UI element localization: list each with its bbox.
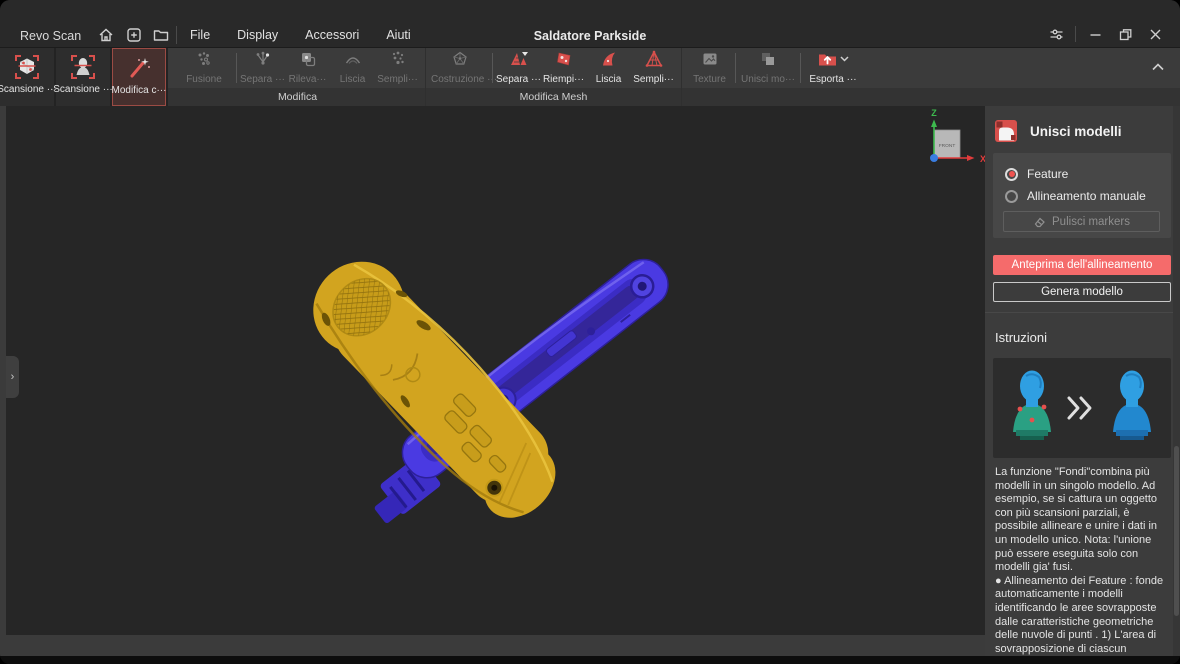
liscia-points-button: Liscia — [330, 49, 375, 87]
panel-scrollbar-thumb[interactable] — [1174, 446, 1179, 616]
toolbar-subdivider — [800, 53, 801, 83]
separa-points-icon — [240, 49, 285, 69]
scene-canvas: FRONT Z X — [6, 106, 985, 635]
liscia-points-icon — [330, 49, 375, 69]
axes-gizmo[interactable]: FRONT Z X — [930, 108, 985, 164]
esporta-icon — [804, 49, 862, 69]
clean-markers-label: Pulisci markers — [1052, 216, 1130, 228]
merge-models-panel: Unisci modelli Feature Allineamento manu… — [985, 106, 1180, 656]
instructions-illustration — [993, 358, 1171, 458]
costruzione-button: Costruzione ··· — [431, 49, 489, 87]
radio-feature-label: Feature — [1027, 167, 1068, 181]
viewport-3d[interactable]: FRONT Z X — [6, 106, 985, 635]
modifica-current-button[interactable]: Modifica c··· — [112, 48, 166, 106]
group-label-modifica: Modifica — [170, 88, 425, 106]
restore-button[interactable] — [1110, 22, 1140, 46]
preview-alignment-button[interactable]: Anteprima dell'allineamento — [993, 255, 1171, 275]
rileva-button: Rileva··· — [285, 49, 330, 87]
toolbar-tiles: Scansione ··· Scansione ··· — [0, 48, 168, 106]
menu-display[interactable]: Display — [237, 28, 278, 42]
alignment-options-box: Feature Allineamento manuale Pulisci mar… — [993, 153, 1171, 238]
texture-icon — [687, 49, 732, 69]
scan-bust-icon — [70, 50, 96, 84]
menu-file[interactable]: File — [190, 28, 210, 42]
riempi-icon — [541, 49, 586, 69]
document-title: Saldatore Parkside — [534, 29, 647, 43]
titlebar-divider — [176, 26, 177, 44]
instructions-text: La funzione "Fondi"combina più modelli i… — [995, 466, 1167, 656]
clean-markers-button: Pulisci markers — [1003, 211, 1160, 232]
window-controls — [1041, 22, 1170, 46]
costruzione-icon — [431, 49, 489, 69]
scan-object-icon — [14, 50, 40, 84]
scan-bust-button[interactable]: Scansione ··· — [56, 48, 110, 106]
toolbar-groups: Fusione Separa ··· Rileva··· — [170, 48, 867, 106]
open-folder-icon[interactable] — [152, 26, 170, 44]
axes-z-label: Z — [931, 108, 937, 118]
scan-object-button[interactable]: Scansione ··· — [0, 48, 54, 106]
left-panel-expander[interactable]: › — [6, 356, 19, 398]
merge-busts-image — [993, 358, 1171, 458]
sempli-points-icon — [375, 49, 420, 69]
title-bar: Revo Scan File Display Accessori Aiuti S… — [0, 0, 1180, 48]
toolbar-subdivider — [735, 53, 736, 83]
sempli-mesh-button[interactable]: Sempli··· — [631, 49, 676, 87]
menu-aiuti[interactable]: Aiuti — [386, 28, 410, 42]
magic-wand-icon — [126, 51, 152, 85]
unisci-modelli-icon — [739, 49, 797, 69]
toolbar-tile-label: Scansione ··· — [53, 84, 112, 95]
unisci-modelli-button: Unisci mo··· — [739, 49, 797, 87]
app-window: Revo Scan File Display Accessori Aiuti S… — [0, 0, 1180, 664]
instructions-title: Istruzioni — [995, 330, 1047, 345]
toolbar-collapse-chevron[interactable] — [1150, 60, 1168, 74]
radio-manual-control[interactable] — [1005, 190, 1018, 203]
eraser-icon — [1033, 215, 1046, 228]
close-button[interactable] — [1140, 22, 1170, 46]
settings-sliders-icon[interactable] — [1041, 22, 1071, 46]
panel-title: Unisci modelli — [1030, 124, 1122, 139]
panel-scrollbar — [1173, 106, 1180, 656]
sempli-mesh-icon — [631, 49, 676, 69]
texture-button: Texture — [687, 49, 732, 87]
home-icon[interactable] — [97, 26, 115, 44]
radio-manual-alignment[interactable]: Allineamento manuale — [1005, 189, 1146, 203]
minimize-button[interactable] — [1080, 22, 1110, 46]
toolbar-subdivider — [492, 53, 493, 83]
toolbar-tile-label: Scansione ··· — [0, 84, 57, 95]
sempli-points-button: Sempli··· — [375, 49, 420, 87]
separa-mesh-button[interactable]: Separa ··· — [496, 49, 541, 87]
menu-accessori[interactable]: Accessori — [305, 28, 359, 42]
axes-front-label: FRONT — [939, 143, 956, 149]
radio-manual-label: Allineamento manuale — [1027, 189, 1146, 203]
merge-arrow-icon — [1069, 398, 1090, 418]
group-label-modifica-mesh: Modifica Mesh — [426, 88, 681, 106]
fusione-icon — [175, 49, 233, 69]
panel-divider — [985, 312, 1180, 313]
fusione-button: Fusione — [175, 49, 233, 87]
unisci-modelli-panel-icon — [994, 119, 1018, 143]
toolbar: Scansione ··· Scansione ··· — [0, 48, 1180, 106]
radio-feature[interactable]: Feature — [1005, 167, 1068, 181]
liscia-mesh-button[interactable]: Liscia — [586, 49, 631, 87]
esporta-button[interactable]: Esporta ··· — [804, 49, 862, 87]
main-area: FRONT Z X › — [0, 106, 1180, 656]
separa-points-button: Separa ··· — [240, 49, 285, 87]
group-label-output — [682, 88, 867, 106]
toolbar-group-modifica: Fusione Separa ··· Rileva··· — [170, 48, 425, 106]
radio-feature-control[interactable] — [1005, 168, 1018, 181]
toolbar-group-output: Texture Unisci mo··· Esporta — [681, 48, 867, 106]
generate-model-button[interactable]: Genera modello — [993, 282, 1171, 302]
app-name: Revo Scan — [20, 29, 81, 43]
menu-bar: File Display Accessori Aiuti — [190, 28, 411, 42]
liscia-mesh-icon — [586, 49, 631, 69]
controls-divider — [1075, 26, 1076, 42]
riempi-button[interactable]: Riempi··· — [541, 49, 586, 87]
toolbar-subdivider — [236, 53, 237, 83]
new-project-icon[interactable] — [125, 26, 143, 44]
separa-mesh-icon — [496, 49, 541, 69]
toolbar-group-modifica-mesh: Costruzione ··· Separa ··· Riempi··· — [425, 48, 681, 106]
toolbar-tile-label: Modifica c··· — [112, 85, 167, 96]
rileva-icon — [285, 49, 330, 69]
window-bottom-edge — [0, 656, 1180, 664]
